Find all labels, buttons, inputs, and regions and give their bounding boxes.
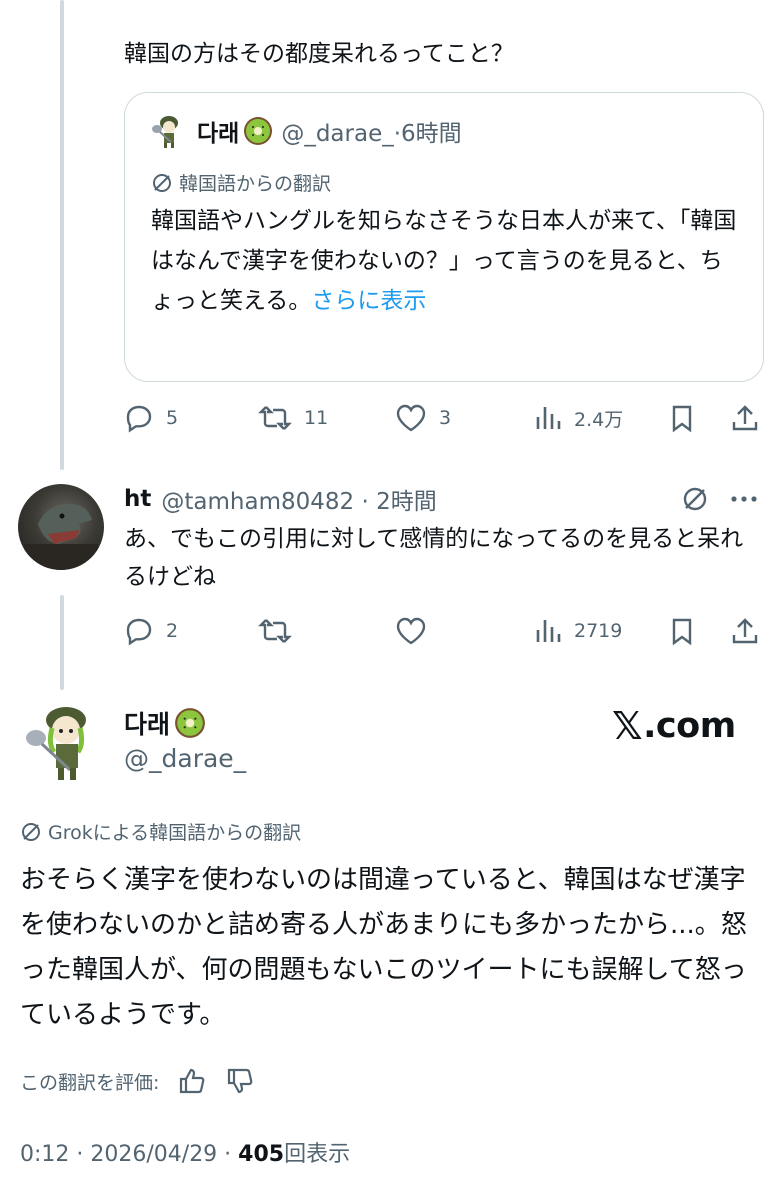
dinosaur-avatar-image <box>24 503 98 570</box>
bookmark-icon <box>672 618 692 646</box>
translation-label: Grokによる韓国語からの翻訳 <box>20 818 301 845</box>
show-more-link[interactable]: さらに表示 <box>311 288 426 314</box>
view-count: 405 <box>238 1142 285 1167</box>
thumbs-up-icon[interactable] <box>177 1066 207 1096</box>
views-button[interactable]: 2719 <box>534 616 622 646</box>
heart-icon <box>396 404 426 432</box>
tweet-actions: 5 11 3 2.4万 <box>124 403 764 433</box>
analytics-icon <box>536 407 561 429</box>
tweet-text: 韓国の方はその都度呆れるってこと？ <box>124 41 514 67</box>
author-name[interactable]: 다래 <box>124 705 206 741</box>
avatar[interactable] <box>149 112 187 150</box>
share-button[interactable] <box>730 616 772 646</box>
x-com-watermark: 𝕏 .com <box>612 704 736 748</box>
author-handle: @tamham80482 · 2時間 <box>161 489 437 515</box>
avatar[interactable] <box>18 484 104 570</box>
x-logo-icon: 𝕏 <box>612 704 643 748</box>
share-icon <box>732 405 758 431</box>
more-icon[interactable] <box>724 484 764 514</box>
retweet-icon <box>258 406 292 430</box>
rate-translation: この翻訳を評価: <box>20 1066 255 1096</box>
translation-label: 韓国語からの翻訳 <box>151 169 331 196</box>
reply-button[interactable]: 2 <box>124 616 178 646</box>
retweet-button[interactable]: 11 <box>258 403 328 433</box>
like-button[interactable]: 3 <box>395 403 451 433</box>
character-avatar-image <box>26 707 86 780</box>
share-icon <box>732 618 758 644</box>
timestamp[interactable]: 0:12 · 2026/04/29 · <box>20 1142 238 1167</box>
retweet-button[interactable] <box>258 616 304 646</box>
bookmark-button[interactable] <box>668 403 708 433</box>
analytics-icon <box>536 620 561 642</box>
views-button[interactable]: 2.4万 <box>534 403 623 433</box>
thumbs-down-icon[interactable] <box>225 1066 255 1096</box>
reply-icon <box>126 618 152 646</box>
view-count-label: 回表示 <box>284 1142 351 1167</box>
thread-line <box>60 595 64 690</box>
tweet-meta: 0:12 · 2026/04/29 · 405回表示 <box>20 1136 350 1168</box>
translate-icon[interactable] <box>680 484 710 514</box>
translate-icon <box>153 173 171 192</box>
kiwi-icon <box>244 117 273 145</box>
like-button[interactable] <box>395 616 439 646</box>
heart-icon <box>396 617 426 645</box>
kiwi-icon <box>175 708 205 738</box>
bookmark-icon <box>672 405 692 433</box>
author-handle: @_darae_ <box>124 744 247 773</box>
translate-icon <box>22 822 40 841</box>
tweet-header: ht @tamham80482 · 2時間 <box>124 482 437 516</box>
avatar[interactable] <box>18 700 106 788</box>
quote-author-name[interactable]: 다래 <box>197 114 239 148</box>
quote-body: 韓国語やハングルを知らなさそうな日本人が来て、「韓国はなんで漢字を使わないの？」… <box>151 208 737 314</box>
retweet-icon <box>258 619 292 643</box>
tweet-text: あ、でもこの引用に対して感情的になってるのを見ると呆れるけどね <box>124 526 744 590</box>
author-name[interactable]: ht <box>124 486 151 512</box>
bookmark-button[interactable] <box>668 616 708 646</box>
share-button[interactable] <box>730 403 772 433</box>
quote-tweet-card[interactable]: 다래 @_darae_·6時間 韓国語からの翻訳 韓国語やハングルを知らなさそう… <box>124 92 764 382</box>
tweet-text: おそらく漢字を使わないのは間違っていると、韓国はなぜ漢字を使わないのかと詰め寄る… <box>20 865 747 1030</box>
tweet-header-icons <box>680 484 764 514</box>
reply-icon <box>126 405 152 433</box>
quote-author-handle: @_darae_·6時間 <box>281 121 462 147</box>
tweet-actions: 2 2719 <box>124 616 764 646</box>
reply-button[interactable]: 5 <box>124 403 178 433</box>
thread-line <box>60 0 64 470</box>
